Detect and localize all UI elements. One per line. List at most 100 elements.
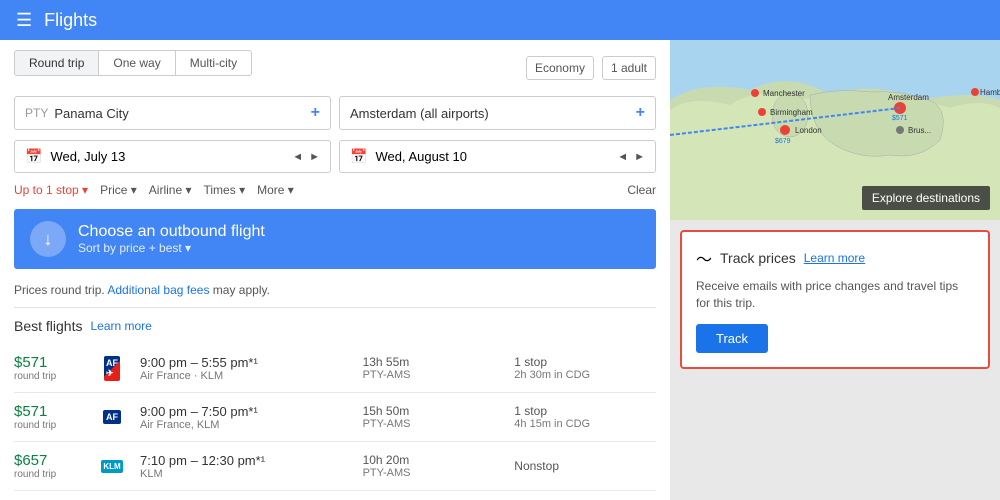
filter-times[interactable]: Times ▾ — [204, 183, 246, 197]
flight-stops: 1 stop 2h 30m in CDG — [514, 355, 656, 381]
return-arrows: ◄ ► — [617, 151, 645, 163]
depart-date-label: Wed, July 13 — [50, 149, 284, 164]
flight-times: 7:10 pm – 12:30 pm*¹ KLM — [140, 453, 353, 480]
table-row[interactable]: $571 round trip AF 9:00 pm – 7:50 pm*¹ A… — [14, 393, 656, 442]
flight-stops: 1 stop 4h 15m in CDG — [514, 404, 656, 430]
main-layout: Round trip One way Multi-city Economy 1 … — [0, 40, 1000, 500]
best-flights-header: Best flights Learn more — [14, 318, 656, 334]
origin-name: Panama City — [54, 106, 310, 121]
flight-duration: 10h 20m PTY-AMS — [363, 453, 505, 479]
depart-calendar-icon: 📅 — [25, 148, 42, 165]
track-prices-card: 〜 Track prices Learn more Receive emails… — [680, 230, 990, 369]
air-france-klm-logo: AF✈ — [104, 356, 120, 381]
filter-more[interactable]: More ▾ — [257, 183, 294, 197]
track-description: Receive emails with price changes and tr… — [696, 278, 974, 312]
app-header: ☰ Flights — [0, 0, 1000, 40]
best-flights-title: Best flights — [14, 318, 82, 334]
depart-next-arrow[interactable]: ► — [309, 151, 320, 163]
origin-plus[interactable]: + — [311, 104, 320, 122]
flight-time-range: 9:00 pm – 7:50 pm*¹ — [140, 404, 353, 419]
right-panel: London $679 Birmingham Manchester Amster… — [670, 40, 1000, 500]
return-next-arrow[interactable]: ► — [634, 151, 645, 163]
flight-times: 9:00 pm – 7:50 pm*¹ Air France, KLM — [140, 404, 353, 431]
flight-route: PTY-AMS — [363, 467, 505, 479]
flight-stops: Nonstop — [514, 459, 656, 473]
table-row[interactable]: $728 round trip SN 9:30 am – 7:45 am*¹ 📶… — [14, 491, 656, 500]
filter-row: Up to 1 stop ▾ Price ▾ Airline ▾ Times ▾… — [14, 183, 656, 197]
airline-name: KLM — [140, 468, 353, 480]
svg-text:Amsterdam: Amsterdam — [888, 93, 929, 102]
filter-price[interactable]: Price ▾ — [100, 183, 137, 197]
flight-duration: 15h 50m PTY-AMS — [363, 404, 505, 430]
stop-detail: 2h 30m in CDG — [514, 369, 656, 381]
filter-stops[interactable]: Up to 1 stop ▾ — [14, 183, 88, 197]
svg-text:$679: $679 — [775, 138, 791, 145]
price-amount: $657 — [14, 452, 84, 469]
flights-list: $571 round trip AF✈ 9:00 pm – 5:55 pm*¹ … — [14, 344, 656, 500]
stop-detail: 4h 15m in CDG — [514, 418, 656, 430]
svg-text:London: London — [795, 126, 822, 135]
track-learn-more-link[interactable]: Learn more — [804, 251, 865, 265]
trend-icon: 〜 — [696, 246, 712, 270]
destination-name: Amsterdam (all airports) — [350, 106, 636, 121]
airline-name: Air France, KLM — [140, 419, 353, 431]
prices-note-text2: may apply. — [213, 283, 270, 297]
flight-route: PTY-AMS — [363, 369, 505, 381]
destination-plus[interactable]: + — [636, 104, 645, 122]
flight-route: PTY-AMS — [363, 418, 505, 430]
choose-text: Choose an outbound flight Sort by price … — [78, 223, 265, 255]
date-row: 📅 Wed, July 13 ◄ ► 📅 Wed, August 10 ◄ ► — [14, 140, 656, 173]
down-arrow-icon: ↓ — [30, 221, 66, 257]
airline-logo: AF — [94, 405, 130, 429]
track-button[interactable]: Track — [696, 324, 768, 353]
filter-clear[interactable]: Clear — [627, 183, 656, 197]
tab-one-way[interactable]: One way — [99, 50, 175, 76]
depart-prev-arrow[interactable]: ◄ — [292, 151, 303, 163]
return-date-input[interactable]: 📅 Wed, August 10 ◄ ► — [339, 140, 656, 173]
flight-times: 9:00 pm – 5:55 pm*¹ Air France · KLM — [140, 355, 353, 382]
destination-input[interactable]: Amsterdam (all airports) + — [339, 96, 656, 130]
air-france-logo: AF — [103, 410, 121, 424]
choose-subtitle[interactable]: Sort by price + best ▾ — [78, 241, 265, 255]
top-controls: Round trip One way Multi-city Economy 1 … — [14, 50, 656, 86]
price-type: round trip — [14, 469, 84, 480]
left-panel: Round trip One way Multi-city Economy 1 … — [0, 40, 670, 500]
return-prev-arrow[interactable]: ◄ — [617, 151, 628, 163]
hamburger-icon[interactable]: ☰ — [16, 10, 32, 31]
location-row: PTY Panama City + Amsterdam (all airport… — [14, 96, 656, 130]
prices-note: Prices round trip. Additional bag fees m… — [14, 277, 656, 308]
track-header: 〜 Track prices Learn more — [696, 246, 974, 270]
trip-tabs: Round trip One way Multi-city — [14, 50, 252, 76]
flight-price: $657 round trip — [14, 452, 84, 480]
airline-logo: AF✈ — [94, 356, 130, 380]
passengers-select[interactable]: 1 adult — [602, 56, 656, 80]
best-flights-learn-more[interactable]: Learn more — [90, 319, 151, 333]
flight-duration: 13h 55m PTY-AMS — [363, 355, 505, 381]
prices-note-text: Prices round trip. — [14, 283, 105, 297]
table-row[interactable]: $657 round trip KLM 7:10 pm – 12:30 pm*¹… — [14, 442, 656, 491]
depart-arrows: ◄ ► — [292, 151, 320, 163]
airline-name: Air France · KLM — [140, 370, 353, 382]
tab-round-trip[interactable]: Round trip — [14, 50, 99, 76]
flight-price: $571 round trip — [14, 354, 84, 382]
filter-airline[interactable]: Airline ▾ — [149, 183, 192, 197]
cabin-select[interactable]: Economy — [526, 56, 594, 80]
explore-destinations-button[interactable]: Explore destinations — [862, 186, 990, 210]
price-amount: $571 — [14, 354, 84, 371]
svg-text:$571: $571 — [892, 115, 908, 122]
right-controls: Economy 1 adult — [526, 56, 656, 80]
flight-time-range: 9:00 pm – 5:55 pm*¹ — [140, 355, 353, 370]
bag-fees-link[interactable]: Additional bag fees — [107, 283, 209, 297]
table-row[interactable]: $571 round trip AF✈ 9:00 pm – 5:55 pm*¹ … — [14, 344, 656, 393]
flight-price: $571 round trip — [14, 403, 84, 431]
price-amount: $571 — [14, 403, 84, 420]
return-date-label: Wed, August 10 — [375, 149, 609, 164]
svg-text:Manchester: Manchester — [763, 89, 805, 98]
tab-multi-city[interactable]: Multi-city — [176, 50, 252, 76]
origin-input[interactable]: PTY Panama City + — [14, 96, 331, 130]
klm-logo: KLM — [101, 460, 122, 473]
svg-text:Brus...: Brus... — [908, 126, 931, 135]
depart-date-input[interactable]: 📅 Wed, July 13 ◄ ► — [14, 140, 331, 173]
choose-banner: ↓ Choose an outbound flight Sort by pric… — [14, 209, 656, 269]
flight-time-range: 7:10 pm – 12:30 pm*¹ — [140, 453, 353, 468]
